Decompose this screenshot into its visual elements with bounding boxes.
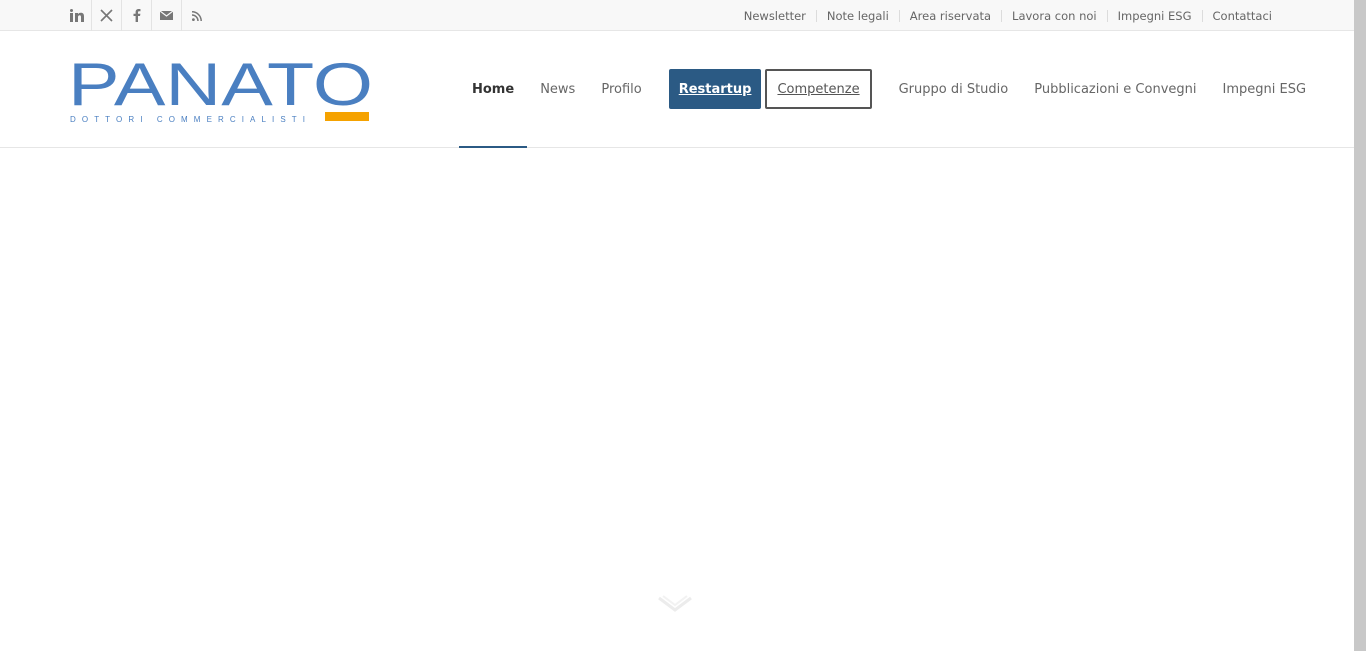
main-header: PANATO DOTTORI COMMERCIALISTI Home News … <box>0 31 1354 148</box>
toplink-lavora-con-noi[interactable]: Lavora con noi <box>1001 9 1107 22</box>
page-scrollbar[interactable] <box>1354 0 1366 651</box>
nav-item-home[interactable]: Home <box>459 31 528 148</box>
nav-item-gruppo-di-studio[interactable]: Gruppo di Studio <box>886 31 1022 147</box>
logo-wordmark: PANATO <box>68 53 373 118</box>
nav-item-pubblicazioni-e-convegni[interactable]: Pubblicazioni e Convegni <box>1021 31 1209 147</box>
logo-accent-bar <box>325 112 369 121</box>
toplink-contattaci[interactable]: Contattaci <box>1201 9 1283 22</box>
toplink-newsletter[interactable]: Newsletter <box>734 10 816 22</box>
facebook-icon[interactable] <box>122 0 152 31</box>
toplink-note-legali[interactable]: Note legali <box>815 9 899 22</box>
nav-item-news[interactable]: News <box>527 31 588 147</box>
site-logo[interactable]: PANATO DOTTORI COMMERCIALISTI <box>68 51 378 133</box>
competenze-button[interactable]: Competenze <box>765 69 872 109</box>
chevron-double-down-icon[interactable] <box>657 594 693 620</box>
social-icons <box>62 0 212 31</box>
main-nav: Home News Profilo Restartup Competenze G… <box>459 31 1320 148</box>
rss-icon[interactable] <box>182 0 212 31</box>
toplink-impegni-esg[interactable]: Impegni ESG <box>1106 9 1202 22</box>
toplink-area-riservata[interactable]: Area riservata <box>898 9 1001 22</box>
nav-item-impegni-esg[interactable]: Impegni ESG <box>1210 31 1320 147</box>
top-links: Newsletter Note legali Area riservata La… <box>734 0 1282 31</box>
nav-item-profilo[interactable]: Profilo <box>588 31 654 147</box>
x-twitter-icon[interactable] <box>92 0 122 31</box>
mail-icon[interactable] <box>152 0 182 31</box>
top-utility-bar: Newsletter Note legali Area riservata La… <box>0 0 1354 31</box>
restartup-button[interactable]: Restartup <box>668 69 762 109</box>
linkedin-icon[interactable] <box>62 0 92 31</box>
